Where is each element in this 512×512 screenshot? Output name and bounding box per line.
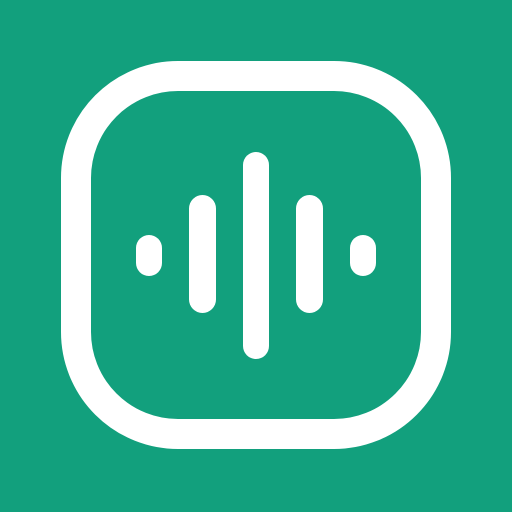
app-icon — [0, 0, 512, 512]
waveform-bar-5 — [350, 235, 376, 276]
waveform-bar-3 — [243, 152, 269, 359]
waveform-bar-4 — [296, 195, 323, 313]
audio-waveform-icon — [0, 0, 512, 512]
waveform-bar-1 — [136, 235, 162, 276]
waveform-bar-2 — [189, 195, 216, 313]
